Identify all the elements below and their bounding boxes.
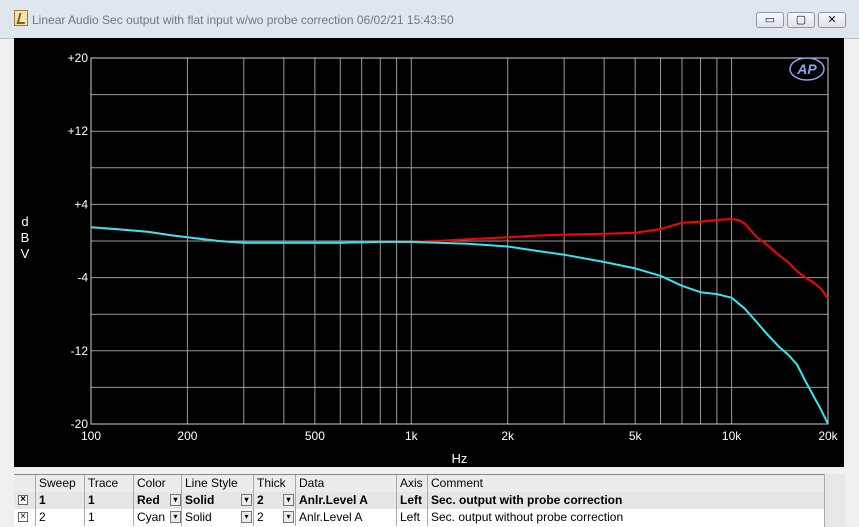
x-tick-label: 1k: [405, 429, 419, 443]
x-tick-label: 20k: [818, 429, 838, 443]
y-tick-label: +20: [68, 51, 89, 65]
series-lines: [90, 218, 829, 425]
x-tick-label: 2k: [501, 429, 515, 443]
x-tick-label: 200: [177, 429, 197, 443]
minimize-button[interactable]: ▭: [756, 12, 784, 28]
frequency-response-chart: +20+12+4-4-12-20100 200 500 1k 2k 5k 10k 20k Hz…: [21, 51, 839, 466]
color-cell[interactable]: Cyan: [133, 509, 169, 526]
table-row[interactable]: × 2 1 Cyan ▾ Solid ▾ 2 ▾ Anlr.Level A Le…: [14, 509, 824, 526]
y-axis-label-line: B: [21, 230, 30, 245]
series-line-without-probe-correction: [90, 226, 829, 425]
maximize-icon: ▢: [795, 14, 807, 26]
y-tick-label: -4: [77, 271, 88, 285]
maximize-button[interactable]: ▢: [787, 12, 815, 28]
series-line-with-probe-correction: [90, 218, 829, 300]
x-tick-label: 500: [305, 429, 325, 443]
dropdown-arrow-icon[interactable]: ▾: [241, 511, 252, 523]
dropdown-arrow-icon[interactable]: ▾: [283, 511, 294, 523]
line-style-cell[interactable]: Solid: [181, 492, 241, 509]
comment-cell[interactable]: Sec. output without probe correction: [427, 509, 824, 526]
sweep-cell[interactable]: 2: [35, 509, 84, 526]
header-color: Color: [133, 475, 181, 492]
table-header-row: Sweep Trace Color Line Style Thick Data …: [14, 474, 824, 493]
minimize-icon: ▭: [764, 14, 776, 26]
app-icon[interactable]: [14, 10, 28, 26]
thick-cell[interactable]: 2: [253, 509, 283, 526]
trace-cell[interactable]: 1: [84, 492, 133, 509]
ap-logo-text: AP: [796, 61, 817, 77]
table-row[interactable]: × 1 1 Red ▾ Solid ▾ 2 ▾ Anlr.Level A Lef…: [14, 492, 824, 509]
line-style-cell[interactable]: Solid: [181, 509, 241, 526]
dropdown-arrow-icon[interactable]: ▾: [283, 494, 294, 506]
comment-cell[interactable]: Sec. output with probe correction: [427, 492, 824, 509]
trace-cell[interactable]: 1: [84, 509, 133, 526]
axis-cell[interactable]: Left: [396, 509, 427, 526]
y-axis-label: dBV: [21, 214, 30, 261]
y-tick-label: -12: [71, 344, 89, 358]
y-tick-label: +12: [68, 124, 89, 138]
row-select[interactable]: ×: [14, 492, 35, 509]
table-scrollbar[interactable]: [824, 474, 845, 527]
dropdown-arrow-icon[interactable]: ▾: [170, 494, 181, 506]
data-cell[interactable]: Anlr.Level A: [295, 492, 396, 509]
thick-cell[interactable]: 2: [253, 492, 283, 509]
header-axis: Axis: [396, 475, 427, 492]
y-axis-label-line: V: [21, 246, 30, 261]
header-trace: Trace: [84, 475, 133, 492]
graph-panel: +20 +12 +4 -4 -12 -20 100 200 500 1k 2k 5k 10k 20k Hz…: [14, 38, 844, 467]
ap-logo-icon: AP: [789, 57, 825, 81]
trace-table[interactable]: Sweep Trace Color Line Style Thick Data …: [14, 474, 845, 527]
checkbox-icon[interactable]: ×: [18, 495, 28, 505]
row-select[interactable]: ×: [14, 509, 35, 526]
data-cell[interactable]: Anlr.Level A: [295, 509, 396, 526]
close-button[interactable]: ✕: [818, 12, 846, 28]
header-thick: Thick: [253, 475, 295, 492]
close-icon: ✕: [827, 14, 837, 26]
tick-labels: +20+12+4-4-12-20100 200 500 1k 2k 5k 10k 20k: [68, 51, 839, 443]
header-data: Data: [295, 475, 396, 492]
checkbox-icon[interactable]: ×: [18, 512, 28, 522]
color-cell[interactable]: Red: [133, 492, 169, 509]
x-tick-label: 100: [81, 429, 101, 443]
x-axis-label: Hz: [452, 451, 468, 466]
dropdown-arrow-icon[interactable]: ▾: [241, 494, 252, 506]
x-tick-label: 10k: [722, 429, 742, 443]
sweep-cell[interactable]: 1: [35, 492, 84, 509]
y-axis-label-line: d: [21, 214, 28, 229]
dropdown-arrow-icon[interactable]: ▾: [170, 511, 181, 523]
y-tick-label: +4: [74, 197, 88, 211]
header-select: [14, 475, 35, 492]
window-title-bar[interactable]: Linear Audio Sec output with flat input …: [0, 0, 859, 39]
axis-cell[interactable]: Left: [396, 492, 427, 509]
header-sweep: Sweep: [35, 475, 84, 492]
x-tick-label: 5k: [629, 429, 643, 443]
header-comment: Comment: [427, 475, 824, 492]
grid: [90, 57, 829, 425]
header-line-style: Line Style: [181, 475, 253, 492]
window-title: Linear Audio Sec output with flat input …: [32, 13, 454, 27]
